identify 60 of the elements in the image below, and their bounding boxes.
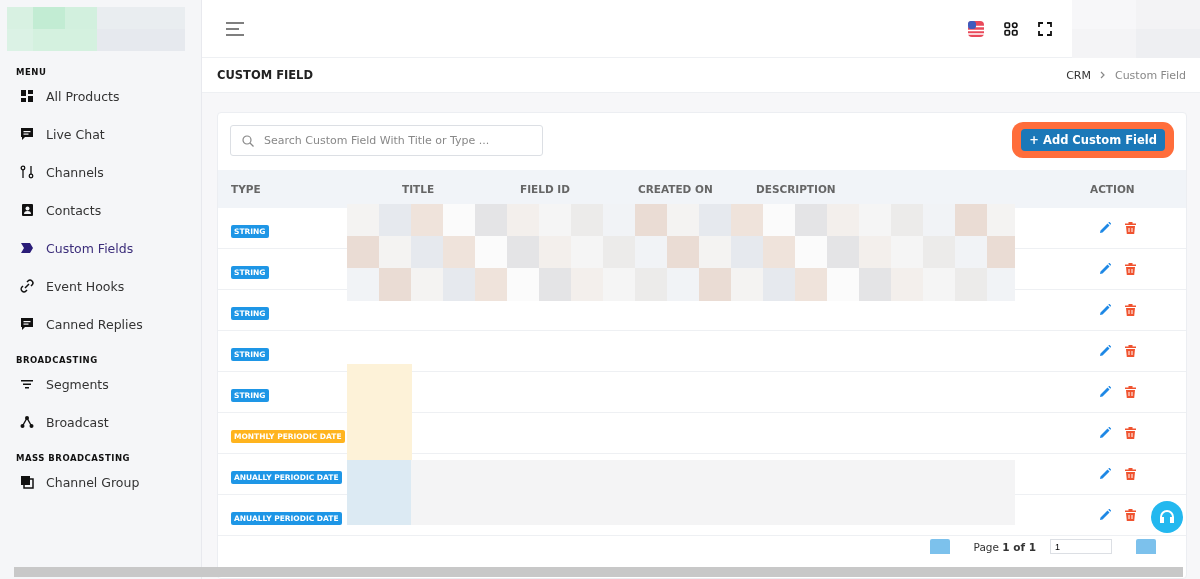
page-indicator: Page 1 of 1 xyxy=(973,540,1036,553)
section-heading: BROADCASTING xyxy=(16,355,99,365)
nav-icon xyxy=(20,203,34,217)
edit-icon[interactable] xyxy=(1100,222,1111,233)
page-title: CUSTOM FIELD xyxy=(217,68,313,82)
sidebar-item[interactable]: Canned Replies xyxy=(7,305,201,343)
sidebar-item[interactable]: Channels xyxy=(7,153,201,191)
edit-icon[interactable] xyxy=(1100,468,1111,479)
trash-icon[interactable] xyxy=(1125,345,1136,357)
flag-icon[interactable] xyxy=(968,20,984,37)
column-header: FIELD ID xyxy=(520,183,571,195)
fullscreen-icon[interactable] xyxy=(1038,21,1052,36)
apps-icon[interactable] xyxy=(1004,21,1018,36)
sidebar-item[interactable]: Broadcast xyxy=(7,403,201,441)
column-header: CREATED ON xyxy=(638,183,714,195)
nav-icon xyxy=(20,475,34,489)
column-header: TYPE xyxy=(230,183,262,195)
breadcrumb-link[interactable]: CRM xyxy=(1066,68,1091,82)
nav-icon xyxy=(20,317,34,331)
page-input[interactable]: 1 xyxy=(1050,539,1112,554)
sidebar-item[interactable]: Custom Fields xyxy=(7,229,201,267)
section-heading: MASS BROADCASTING xyxy=(16,453,131,463)
column-header: TITLE xyxy=(402,183,436,195)
nav-icon xyxy=(20,279,34,293)
breadcrumb-link[interactable]: Custom Field xyxy=(1114,68,1186,82)
trash-icon[interactable] xyxy=(1125,386,1136,398)
section-heading: MENU xyxy=(16,67,48,77)
trash-icon[interactable] xyxy=(1125,263,1136,275)
previous-page-button[interactable] xyxy=(929,539,950,554)
nav-icon xyxy=(20,89,34,103)
edit-icon[interactable] xyxy=(1100,345,1111,356)
headset-icon xyxy=(1159,509,1175,525)
sidebar-item[interactable]: Event Hooks xyxy=(7,267,201,305)
search-field[interactable]: Search Custom Field With Title or Type ... xyxy=(230,124,543,156)
trash-icon[interactable] xyxy=(1125,304,1136,316)
chevron-icon xyxy=(1099,71,1106,79)
edit-icon[interactable] xyxy=(1100,509,1111,520)
trash-icon[interactable] xyxy=(1125,427,1136,439)
edit-icon[interactable] xyxy=(1100,427,1111,438)
nav-icon xyxy=(20,377,34,391)
add-button[interactable]: + Add Custom Field xyxy=(1021,129,1165,151)
nav-icon xyxy=(20,127,34,141)
nav-icon xyxy=(20,241,34,255)
menu-icon[interactable] xyxy=(226,21,244,36)
trash-icon[interactable] xyxy=(1125,509,1136,521)
sidebar-item[interactable]: Contacts xyxy=(7,191,201,229)
column-header: ACTION xyxy=(1089,183,1136,195)
sidebar-item[interactable]: All Products xyxy=(7,77,201,115)
sidebar-item[interactable]: Segments xyxy=(7,365,201,403)
trash-icon[interactable] xyxy=(1125,468,1136,480)
sidebar-item[interactable]: Channel Group xyxy=(7,463,201,501)
trash-icon[interactable] xyxy=(1125,222,1136,234)
sidebar-item[interactable]: Live Chat xyxy=(7,115,201,153)
nav-icon xyxy=(20,415,34,429)
nav-icon xyxy=(20,165,34,179)
column-header: DESCRIPTION xyxy=(756,183,837,195)
edit-icon[interactable] xyxy=(1100,304,1111,315)
edit-icon[interactable] xyxy=(1100,386,1111,397)
scrollbar[interactable] xyxy=(14,567,1183,577)
edit-icon[interactable] xyxy=(1100,263,1111,274)
